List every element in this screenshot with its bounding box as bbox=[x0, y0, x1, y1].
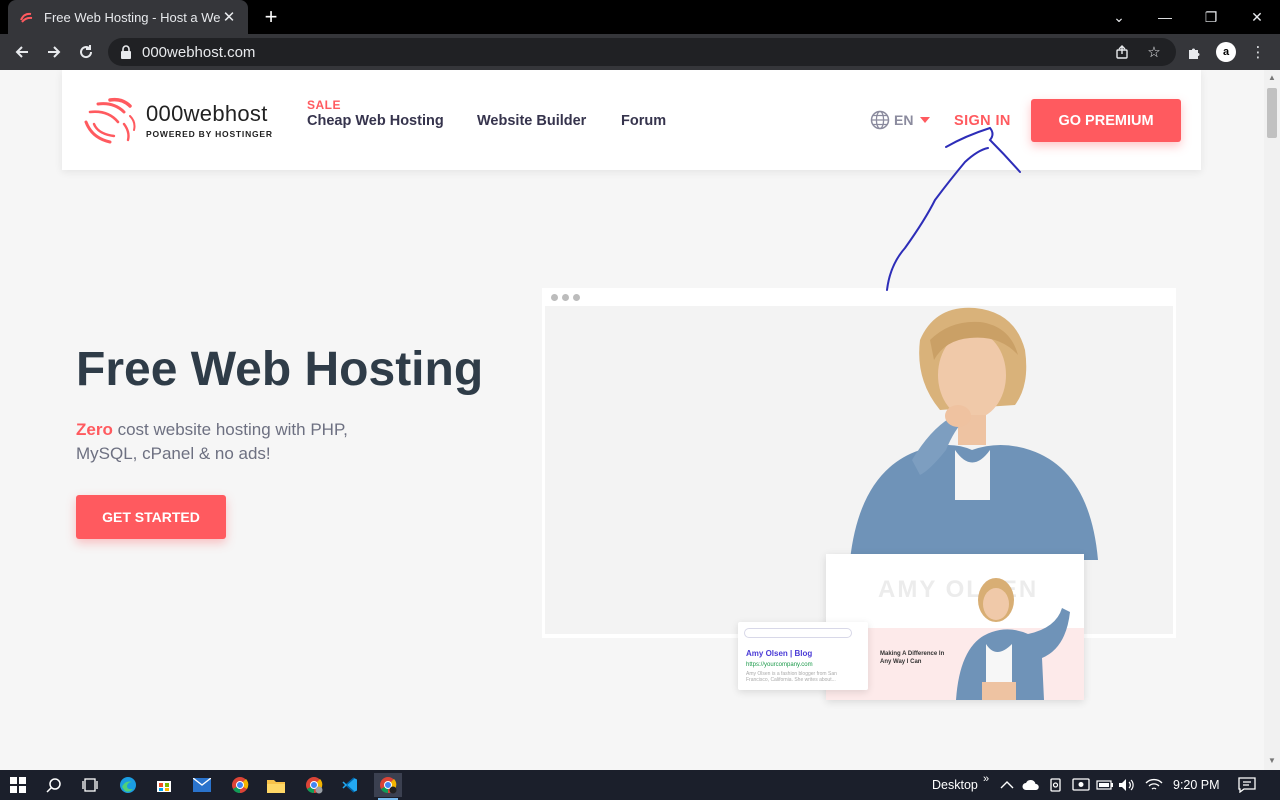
site-header: 000webhost POWERED BY HOSTINGER SALE Che… bbox=[62, 70, 1201, 170]
minimize-button[interactable]: — bbox=[1142, 0, 1188, 34]
000webhost-logo-icon bbox=[84, 97, 136, 144]
vscode-icon[interactable] bbox=[336, 773, 364, 797]
lock-icon bbox=[121, 45, 131, 59]
file-explorer-icon[interactable] bbox=[262, 773, 290, 797]
hidden-icons-chevron-up-icon[interactable] bbox=[1000, 770, 1014, 800]
search-result-snippet: Amy Olsen is a fashion blogger from San … bbox=[746, 671, 837, 683]
search-result-card: Amy Olsen | Blog https://yourcompany.com… bbox=[738, 622, 868, 690]
back-button[interactable] bbox=[8, 38, 36, 66]
page-viewport: 000webhost POWERED BY HOSTINGER SALE Che… bbox=[0, 70, 1264, 770]
close-window-button[interactable]: ✕ bbox=[1234, 0, 1280, 34]
window-dots bbox=[551, 294, 580, 301]
reload-button[interactable] bbox=[72, 38, 100, 66]
edge-browser-icon[interactable] bbox=[114, 773, 142, 797]
browser-toolbar: 000webhost.com ☆ a ⋮ bbox=[0, 34, 1280, 70]
language-code: EN bbox=[894, 112, 914, 128]
caret-down-icon bbox=[920, 117, 931, 123]
scroll-up-icon[interactable]: ▲ bbox=[1267, 73, 1277, 82]
hero-subtitle-highlight: Zero bbox=[76, 420, 113, 439]
bookmark-star-icon[interactable]: ☆ bbox=[1140, 38, 1168, 66]
go-premium-button[interactable]: GO PREMIUM bbox=[1031, 99, 1181, 142]
nav-cheap-web-hosting[interactable]: Cheap Web Hosting bbox=[307, 113, 444, 129]
search-icon[interactable] bbox=[40, 773, 68, 797]
chrome-active-icon[interactable] bbox=[374, 773, 402, 800]
mail-icon[interactable] bbox=[188, 773, 216, 797]
onedrive-cloud-icon[interactable] bbox=[1022, 770, 1040, 800]
microsoft-store-icon[interactable] bbox=[150, 773, 178, 797]
nav-website-builder[interactable]: Website Builder bbox=[477, 113, 586, 129]
blog-tagline: Making A Difference In Any Way I Can bbox=[880, 651, 945, 665]
restore-button[interactable]: ❐ bbox=[1188, 0, 1234, 34]
share-icon[interactable] bbox=[1108, 38, 1136, 66]
menu-kebab-icon[interactable]: ⋮ bbox=[1244, 38, 1272, 66]
url-text: 000webhost.com bbox=[142, 43, 256, 61]
tab-title: Free Web Hosting - Host a Websi bbox=[44, 9, 220, 25]
windows-taskbar: Desktop » 9:20 PM bbox=[0, 770, 1280, 800]
search-result-title: Amy Olsen | Blog bbox=[746, 649, 813, 658]
volume-speaker-icon[interactable] bbox=[1118, 770, 1136, 800]
meet-now-icon[interactable] bbox=[1048, 770, 1064, 800]
clock-time[interactable]: 9:20 PM bbox=[1173, 770, 1220, 800]
arrow-right-icon bbox=[48, 46, 61, 58]
page-scrollbar[interactable]: ▲ ▼ bbox=[1264, 70, 1280, 770]
profile-avatar[interactable]: a bbox=[1212, 38, 1240, 66]
arrow-left-icon bbox=[15, 46, 28, 58]
get-started-button[interactable]: GET STARTED bbox=[76, 495, 226, 539]
extensions-puzzle-icon[interactable] bbox=[1180, 38, 1208, 66]
logo-name: 000webhost bbox=[146, 101, 268, 126]
address-bar[interactable]: 000webhost.com bbox=[108, 38, 1176, 66]
forward-button[interactable] bbox=[40, 38, 68, 66]
notifications-icon[interactable] bbox=[1238, 770, 1256, 800]
hero-title: Free Web Hosting bbox=[76, 343, 484, 396]
browser-tab[interactable]: Free Web Hosting - Host a Websi ✕ bbox=[8, 0, 248, 34]
browser-tab-bar: Free Web Hosting - Host a Websi ✕ + ⌄ — … bbox=[0, 0, 1280, 34]
sale-badge: SALE bbox=[307, 98, 342, 112]
windows-start-icon[interactable] bbox=[4, 773, 32, 797]
hero-subtitle-text: cost website hosting with PHP, MySQL, cP… bbox=[76, 420, 348, 463]
hero-subtitle: Zero cost website hosting with PHP, MySQ… bbox=[76, 418, 406, 466]
toolbar-chevron[interactable]: » bbox=[983, 764, 989, 794]
language-selector[interactable]: EN bbox=[870, 110, 931, 130]
chrome-profile-icon[interactable] bbox=[300, 773, 328, 797]
site-favicon-icon bbox=[20, 12, 33, 23]
tab-search-icon[interactable]: ⌄ bbox=[1096, 0, 1142, 34]
new-tab-button[interactable]: + bbox=[258, 4, 284, 30]
nav-forum[interactable]: Forum bbox=[621, 113, 666, 129]
wifi-icon[interactable] bbox=[1145, 770, 1163, 800]
desktop-toolbar-label[interactable]: Desktop bbox=[932, 770, 978, 800]
blog-woman-illustration bbox=[956, 578, 1070, 700]
screen-capture-icon[interactable] bbox=[1072, 770, 1090, 800]
sign-in-link[interactable]: SIGN IN bbox=[954, 113, 1011, 129]
scroll-down-icon[interactable]: ▼ bbox=[1267, 756, 1277, 765]
task-view-icon[interactable] bbox=[76, 773, 104, 797]
site-logo[interactable]: 000webhost POWERED BY HOSTINGER bbox=[80, 94, 273, 146]
tab-close-icon[interactable]: ✕ bbox=[220, 8, 238, 26]
logo-tagline: POWERED BY HOSTINGER bbox=[146, 129, 273, 139]
chrome-icon[interactable] bbox=[226, 773, 254, 797]
scrollbar-thumb[interactable] bbox=[1267, 88, 1277, 138]
mini-search-field bbox=[744, 628, 852, 638]
search-result-url: https://yourcompany.com bbox=[746, 662, 813, 668]
reload-icon bbox=[80, 45, 93, 59]
globe-icon bbox=[870, 110, 890, 130]
battery-icon[interactable] bbox=[1096, 770, 1114, 800]
woman-photo-illustration bbox=[850, 307, 1098, 560]
